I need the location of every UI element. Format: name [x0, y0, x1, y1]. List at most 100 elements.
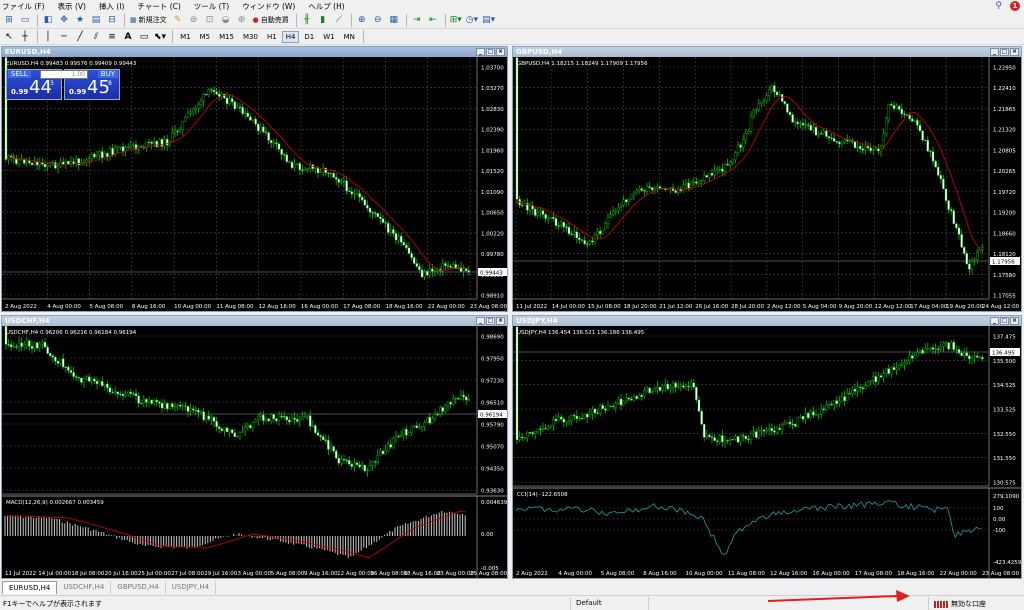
- time-tick-label: 16 Aug 00:00: [813, 571, 851, 577]
- candle-body: [9, 155, 13, 158]
- chart-window-usdjpy[interactable]: USDJPY,H4 _ □ × 137.475 135.500 134.525 133.5…: [512, 315, 1022, 579]
- candle-body: [580, 418, 584, 420]
- close-icon[interactable]: ×: [496, 317, 505, 325]
- chart-window-gbpusd[interactable]: GBPUSD,H4 _ □ × 1.22950 1.22410 1.21865 1.213…: [512, 46, 1022, 312]
- terminal-icon[interactable]: ▤: [89, 13, 103, 27]
- cursor-icon[interactable]: ↖: [2, 30, 16, 44]
- line-chart-icon[interactable]: ⟋: [332, 13, 346, 27]
- text-icon[interactable]: A: [121, 30, 135, 44]
- crosshair-icon[interactable]: ┼: [18, 30, 32, 44]
- trendline-icon[interactable]: ╱: [73, 30, 87, 44]
- minimize-icon[interactable]: _: [476, 48, 485, 56]
- time-tick-label: 18 Jul 20:00: [624, 304, 657, 310]
- timeframe-m15[interactable]: M15: [215, 31, 238, 43]
- candle-body: [100, 381, 104, 386]
- maximize-icon[interactable]: □: [486, 48, 495, 56]
- notification-icon[interactable]: 1: [1010, 1, 1020, 11]
- templates-icon[interactable]: ▤▾: [481, 13, 496, 27]
- shapes-icon[interactable]: ⬉▾: [153, 30, 167, 44]
- vps-icon[interactable]: ◒: [219, 13, 233, 27]
- community-icon[interactable]: ⊕: [235, 13, 249, 27]
- tab-usdjpy[interactable]: USDJPY,H4: [166, 581, 217, 594]
- maximize-icon[interactable]: □: [1000, 48, 1009, 56]
- timeframe-h1[interactable]: H1: [263, 31, 281, 43]
- maximize-icon[interactable]: □: [486, 317, 495, 325]
- time-tick-label: 10 Aug 00:00: [685, 571, 723, 577]
- candle-body: [856, 386, 859, 392]
- search-icon[interactable]: ⚲: [995, 1, 1002, 11]
- navigator-icon[interactable]: ★: [73, 13, 87, 27]
- minimize-icon[interactable]: _: [476, 317, 485, 325]
- candle-body: [705, 175, 709, 178]
- chart-shift-icon[interactable]: ⇤: [426, 13, 440, 27]
- candle-body: [814, 126, 818, 136]
- minimize-icon[interactable]: _: [990, 317, 999, 325]
- chart-window-eurusd[interactable]: EURUSD,H4 _ □ × 1.03700 1.03270 1.02830 1.023…: [1, 46, 508, 312]
- candle-body: [46, 164, 49, 168]
- timeframe-d1[interactable]: D1: [300, 31, 318, 43]
- horizontal-line-icon[interactable]: ─: [57, 30, 71, 44]
- menu-chart[interactable]: チャート (C): [137, 1, 180, 12]
- new-chart-icon[interactable]: ⊞: [2, 13, 16, 27]
- chart-canvas[interactable]: 1.22950 1.22410 1.21865 1.21320 1.20805 1.202…: [513, 57, 1021, 311]
- maximize-icon[interactable]: □: [1000, 317, 1009, 325]
- signals-icon[interactable]: ⊜: [187, 13, 201, 27]
- candle-chart-icon[interactable]: ▮: [316, 13, 330, 27]
- market-icon[interactable]: ⊡: [203, 13, 217, 27]
- periods-icon[interactable]: ◷▾: [465, 13, 479, 27]
- market-watch-icon[interactable]: ◧: [41, 13, 55, 27]
- tab-usdchf[interactable]: USDCHF,H4: [57, 581, 112, 594]
- zoom-out-icon[interactable]: ⊖: [371, 13, 385, 27]
- timeframe-mn[interactable]: MN: [340, 31, 359, 43]
- timeframe-m5[interactable]: M5: [196, 31, 215, 43]
- timeframe-m1[interactable]: M1: [176, 31, 195, 43]
- zoom-in-icon[interactable]: ⊕: [355, 13, 369, 27]
- close-icon[interactable]: ×: [1010, 317, 1019, 325]
- tester-icon[interactable]: ⊟: [105, 13, 119, 27]
- bar-chart-icon[interactable]: ╫: [300, 13, 314, 27]
- timeframe-m30[interactable]: M30: [239, 31, 262, 43]
- candle-body: [293, 164, 296, 169]
- data-window-icon[interactable]: ✥: [57, 13, 71, 27]
- label-icon[interactable]: ▭: [137, 30, 151, 44]
- auto-scroll-icon[interactable]: ⇥: [410, 13, 424, 27]
- candle-body: [254, 419, 257, 423]
- candle-body: [285, 416, 288, 421]
- chart-window-usdchf[interactable]: USDCHF,H4 _ □ × 0.98690 0.97950 0.97230 0.965…: [1, 315, 508, 579]
- status-connection[interactable]: 無効な口座: [934, 599, 986, 609]
- buy-price-pip: 8: [108, 80, 112, 87]
- close-icon[interactable]: ×: [496, 48, 505, 56]
- tile-windows-icon[interactable]: ▦: [387, 13, 401, 27]
- menu-insert[interactable]: 挿入 (I): [99, 1, 124, 12]
- chart-canvas[interactable]: 0.98690 0.97950 0.97230 0.96510 0.95790 0.950…: [2, 326, 507, 578]
- candle-body: [885, 118, 888, 135]
- new-order-button[interactable]: ▦ 新規注文: [128, 13, 169, 27]
- candle-body: [402, 242, 405, 246]
- vertical-line-icon[interactable]: │: [41, 30, 55, 44]
- metaeditor-icon[interactable]: ✎: [171, 13, 185, 27]
- candle-body: [80, 377, 83, 383]
- close-icon[interactable]: ×: [1010, 48, 1019, 56]
- toolbar-separator: [37, 30, 38, 43]
- menu-tools[interactable]: ツール (T): [194, 1, 229, 12]
- timeframe-w1[interactable]: W1: [319, 31, 338, 43]
- menu-view[interactable]: 表示 (V): [58, 1, 86, 12]
- channel-icon[interactable]: ⫽: [89, 30, 103, 44]
- candle-body: [827, 404, 831, 406]
- candle-body: [303, 416, 307, 418]
- menu-help[interactable]: ヘルプ (H): [308, 1, 344, 12]
- lot-size-input[interactable]: 1.00: [40, 70, 88, 79]
- menu-window[interactable]: ウィンドウ (W): [242, 1, 295, 12]
- timeframe-h4[interactable]: H4: [281, 30, 300, 43]
- profiles-icon[interactable]: ▭: [18, 13, 32, 27]
- chart-canvas[interactable]: 137.475 135.500 134.525 133.525 132.550 131.5…: [513, 326, 1021, 578]
- tab-gbpusd[interactable]: GBPUSD,H4: [111, 581, 166, 594]
- tab-eurusd[interactable]: EURUSD,H4: [2, 581, 58, 594]
- indicators-icon[interactable]: ⊞▾: [449, 13, 463, 27]
- candle-body: [752, 110, 755, 118]
- fibonacci-icon[interactable]: ≡: [105, 30, 119, 44]
- minimize-icon[interactable]: _: [990, 48, 999, 56]
- menu-file[interactable]: ファイル (F): [2, 1, 45, 12]
- candle-body: [267, 132, 270, 141]
- autotrade-button[interactable]: ● 自動売買: [251, 13, 291, 27]
